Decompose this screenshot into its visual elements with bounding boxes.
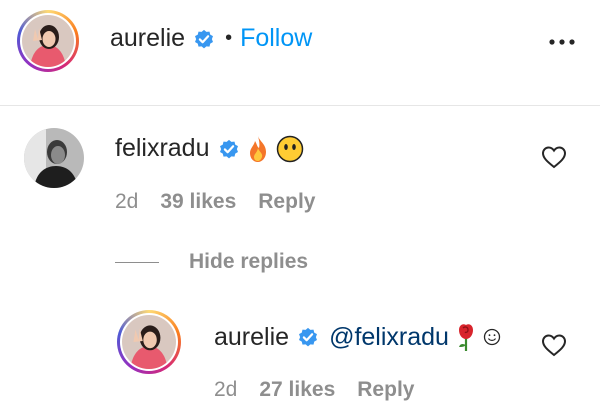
avatar	[122, 315, 176, 369]
avatar	[22, 15, 74, 67]
story-ring[interactable]	[117, 310, 181, 374]
reply-time: 2d	[214, 378, 238, 401]
face-without-mouth-emoji-icon	[276, 135, 303, 162]
follow-button[interactable]: Follow	[240, 24, 312, 53]
reply-likes[interactable]: 27 likes	[259, 378, 335, 402]
like-heart-icon[interactable]	[541, 145, 567, 169]
verified-badge-icon	[219, 139, 238, 158]
header-username[interactable]: aurelie	[110, 24, 185, 53]
header-user-line: aurelie • Follow	[110, 24, 312, 53]
verified-badge-icon	[299, 327, 318, 347]
verified-badge-icon	[195, 29, 214, 48]
more-options-icon[interactable]	[548, 32, 576, 52]
hide-replies-line	[115, 261, 159, 263]
comment-likes[interactable]: 39 likes	[160, 190, 236, 214]
comment-text-line: felixradu	[115, 134, 304, 163]
comment-username[interactable]: felixradu	[115, 134, 210, 163]
reply-username[interactable]: aurelie	[214, 323, 289, 352]
story-ring[interactable]	[17, 10, 79, 72]
reply-mention-link[interactable]: @felixradu	[329, 323, 449, 352]
reply-reply-button[interactable]: Reply	[357, 378, 414, 402]
smiley-emoji-icon	[483, 328, 501, 346]
separator-dot: •	[225, 27, 233, 49]
hide-replies-label[interactable]: Hide replies	[189, 250, 308, 274]
reply-meta: 2d 27 likes Reply	[214, 378, 436, 402]
comment-time: 2d	[115, 190, 139, 213]
post-header: aurelie • Follow	[0, 0, 600, 106]
comment-meta: 2d 39 likes Reply	[115, 190, 337, 214]
avatar-gap	[20, 13, 76, 69]
reply-text-line: aurelie @felixradu	[214, 322, 501, 352]
fire-emoji-icon	[249, 135, 266, 162]
avatar-gap	[120, 313, 178, 371]
comment-reply-button[interactable]: Reply	[258, 190, 315, 214]
avatar[interactable]	[24, 128, 84, 188]
like-heart-icon[interactable]	[541, 333, 567, 357]
rose-emoji-icon	[458, 324, 473, 351]
hide-replies-toggle[interactable]: Hide replies	[115, 250, 308, 274]
